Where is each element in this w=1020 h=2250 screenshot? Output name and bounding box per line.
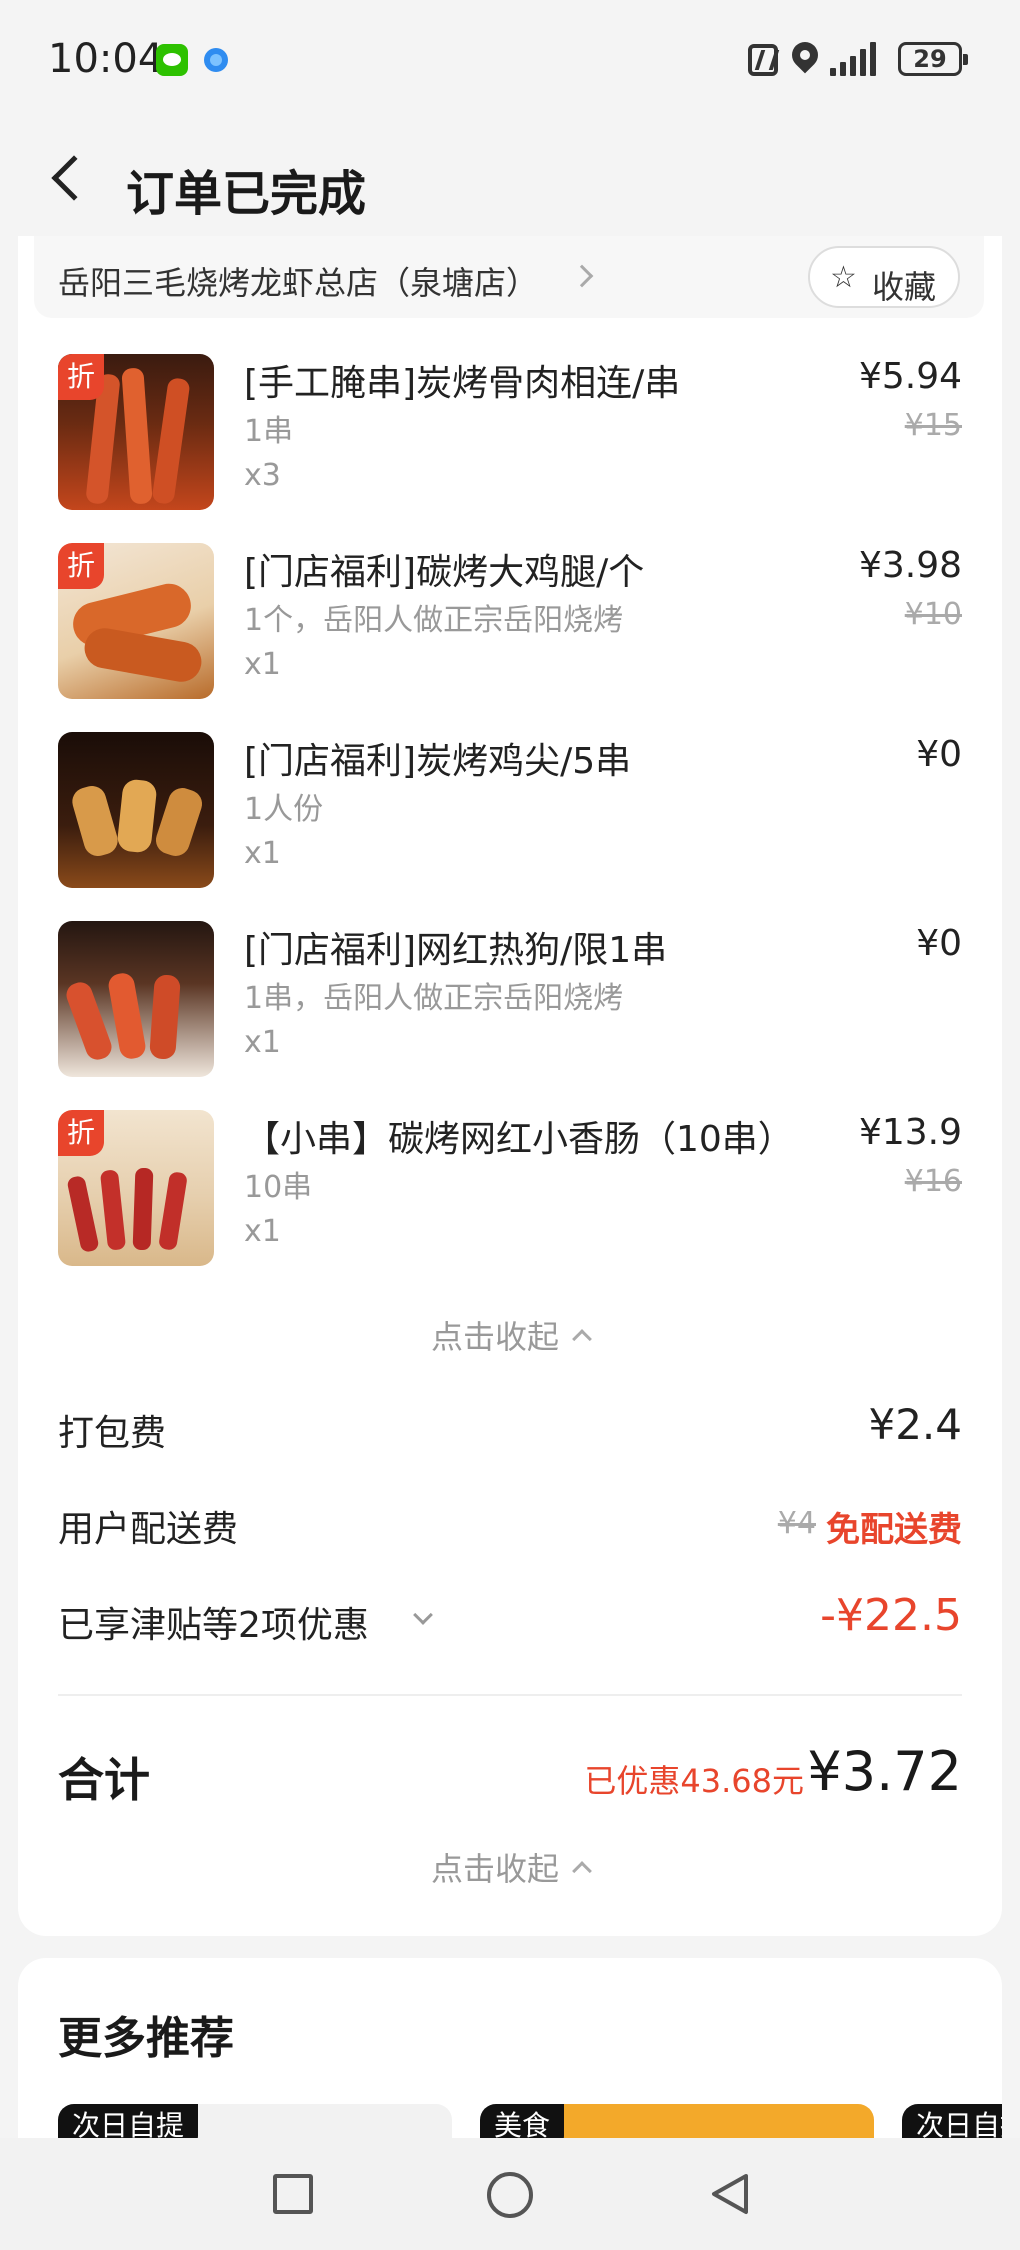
system-nav-bar <box>0 2138 1020 2250</box>
packing-fee-row: 打包费 ¥2.4 <box>58 1396 962 1456</box>
item-price: ¥3.98 <box>858 545 962 586</box>
item-spec: 1串，岳阳人做正宗岳阳烧烤 <box>244 981 624 1016</box>
collapse-summary-button[interactable]: 点击收起 <box>18 1844 1002 1890</box>
discount-row[interactable]: 已享津贴等2项优惠 -¥22.5 <box>58 1588 962 1648</box>
delivery-fee-label: 用户配送费 <box>58 1509 239 1550</box>
battery-level: 29 <box>913 45 947 73</box>
item-price: ¥5.94 <box>858 356 962 397</box>
item-spec: 1串 <box>244 414 294 449</box>
delivery-fee-original: ¥4 <box>777 1506 816 1541</box>
item-original-price: ¥16 <box>904 1164 962 1199</box>
page-header: 订单已完成 <box>0 118 1020 236</box>
item-name: [门店福利]炭烤鸡尖/5串 <box>244 741 632 782</box>
item-price: ¥0 <box>916 734 962 775</box>
item-name: [手工腌串]炭烤骨肉相连/串 <box>244 363 681 404</box>
item-original-price: ¥15 <box>904 408 962 443</box>
collapse-label: 点击收起 <box>430 1850 559 1888</box>
store-bar[interactable]: 岳阳三毛烧烤龙虾总店（泉塘店） ☆ 收藏 <box>34 236 984 318</box>
signal-icon <box>830 40 886 76</box>
recommendations-title: 更多推荐 <box>58 2013 234 2064</box>
discount-label[interactable]: 已享津贴等2项优惠 <box>58 1596 369 1648</box>
favorite-label: 收藏 <box>872 268 937 306</box>
collapse-items-button[interactable]: 点击收起 <box>18 1312 1002 1358</box>
total-saved: 已优惠43.68元 <box>584 1762 804 1800</box>
item-quantity: x3 <box>244 458 281 493</box>
total-amount: ¥3.72 <box>807 1740 962 1803</box>
back-icon[interactable] <box>51 155 97 201</box>
chevron-up-icon <box>572 1329 592 1349</box>
nav-back-icon[interactable] <box>706 2170 754 2218</box>
item-name: 【小串】碳烤网红小香肠（10串） <box>244 1119 794 1160</box>
item-name: [门店福利]碳烤大鸡腿/个 <box>244 552 645 593</box>
food-thumbnail <box>58 921 214 1077</box>
discount-tag: 折 <box>58 543 104 589</box>
nfc-icon <box>748 44 778 76</box>
order-item[interactable]: [门店福利]炭烤鸡尖/5串 1人份 x1 ¥0 <box>18 732 1002 902</box>
divider <box>58 1694 962 1696</box>
item-quantity: x1 <box>244 647 281 682</box>
order-card: 岳阳三毛烧烤龙虾总店（泉塘店） ☆ 收藏 折 [手工腌串]炭烤骨肉相连/串 1串… <box>18 236 1002 1936</box>
packing-fee-value: ¥2.4 <box>868 1400 962 1449</box>
item-quantity: x1 <box>244 836 281 871</box>
food-thumbnail: 折 <box>58 543 214 699</box>
discount-tag: 折 <box>58 354 104 400</box>
discount-value: -¥22.5 <box>820 1590 962 1641</box>
store-name[interactable]: 岳阳三毛烧烤龙虾总店（泉塘店） <box>58 258 538 304</box>
star-icon: ☆ <box>830 260 857 295</box>
item-spec: 1人份 <box>244 792 324 827</box>
packing-fee-label: 打包费 <box>58 1413 167 1454</box>
total-row: 合计 已优惠43.68元 ¥3.72 <box>58 1736 962 1816</box>
favorite-button[interactable]: ☆ 收藏 <box>808 246 960 308</box>
status-time: 10:04 <box>48 36 164 82</box>
food-thumbnail: 折 <box>58 1110 214 1266</box>
order-item[interactable]: 折 【小串】碳烤网红小香肠（10串） 10串 x1 ¥13.9 ¥16 <box>18 1110 1002 1280</box>
delivery-fee-row: 用户配送费 ¥4 免配送费 <box>58 1492 962 1552</box>
collapse-label: 点击收起 <box>430 1318 559 1356</box>
discount-tag: 折 <box>58 1110 104 1156</box>
item-name: [门店福利]网红热狗/限1串 <box>244 930 668 971</box>
chevron-down-icon[interactable] <box>413 1605 433 1625</box>
item-quantity: x1 <box>244 1214 281 1249</box>
status-bar: 10:04 29 <box>0 0 1020 118</box>
chevron-up-icon <box>572 1861 592 1881</box>
delivery-fee-value: 免配送费 <box>826 1510 962 1550</box>
item-spec: 1个，岳阳人做正宗岳阳烧烤 <box>244 603 624 638</box>
item-price: ¥0 <box>916 923 962 964</box>
recent-apps-icon[interactable] <box>273 2174 313 2214</box>
order-item[interactable]: 折 [手工腌串]炭烤骨肉相连/串 1串 x3 ¥5.94 ¥15 <box>18 354 1002 524</box>
battery-icon: 29 <box>898 42 968 76</box>
food-thumbnail: 折 <box>58 354 214 510</box>
order-item[interactable]: 折 [门店福利]碳烤大鸡腿/个 1个，岳阳人做正宗岳阳烧烤 x1 ¥3.98 ¥… <box>18 543 1002 713</box>
item-spec: 10串 <box>244 1170 313 1205</box>
total-label: 合计 <box>58 1753 150 1807</box>
home-icon[interactable] <box>487 2172 533 2218</box>
order-item[interactable]: [门店福利]网红热狗/限1串 1串，岳阳人做正宗岳阳烧烤 x1 ¥0 <box>18 921 1002 1091</box>
item-original-price: ¥10 <box>904 597 962 632</box>
browser-icon <box>204 48 228 72</box>
location-icon <box>786 36 824 74</box>
page-title: 订单已完成 <box>126 166 367 222</box>
item-quantity: x1 <box>244 1025 281 1060</box>
chevron-right-icon <box>570 264 594 288</box>
item-price: ¥13.9 <box>858 1112 962 1153</box>
food-thumbnail <box>58 732 214 888</box>
wechat-icon <box>156 44 188 76</box>
